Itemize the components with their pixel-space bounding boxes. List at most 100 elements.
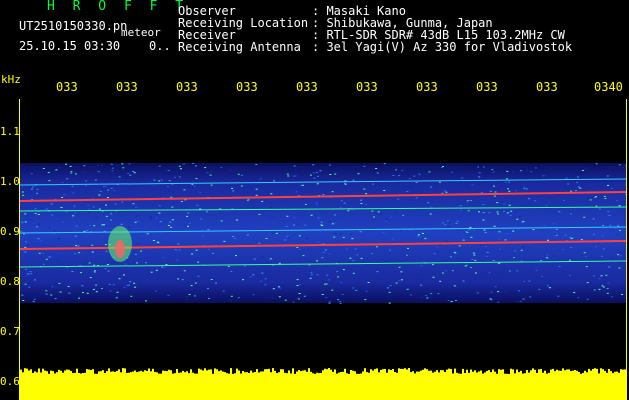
level-spike: [572, 370, 574, 376]
noise-speckle: [235, 255, 237, 257]
noise-speckle: [337, 299, 339, 301]
noise-speckle: [101, 277, 103, 279]
noise-speckle: [24, 213, 27, 215]
noise-speckle: [583, 252, 586, 254]
noise-speckle: [327, 183, 330, 185]
noise-speckle: [569, 236, 572, 238]
level-spike: [544, 370, 546, 376]
level-spike: [530, 370, 532, 376]
noise-speckle: [264, 278, 267, 280]
noise-speckle: [168, 180, 171, 182]
noise-speckle: [611, 296, 614, 298]
spectrogram-canvas: [20, 99, 626, 400]
noise-speckle: [50, 203, 53, 205]
noise-speckle: [327, 279, 330, 281]
noise-speckle: [178, 249, 181, 251]
noise-speckle: [498, 238, 501, 240]
noise-speckle: [204, 167, 207, 169]
noise-speckle: [89, 277, 92, 279]
noise-speckle: [105, 204, 107, 206]
datetime-label: 25.10.15 03:30 0..: [19, 39, 171, 53]
level-spike: [584, 370, 586, 376]
noise-speckle: [388, 302, 391, 304]
noise-speckle: [334, 222, 337, 224]
noise-speckle: [61, 221, 64, 223]
noise-speckle: [339, 302, 342, 304]
level-spike: [508, 374, 510, 376]
meteor-echo: [115, 240, 125, 258]
noise-speckle: [569, 275, 572, 277]
noise-speckle: [302, 255, 305, 257]
noise-speckle: [509, 214, 512, 216]
noise-speckle: [315, 172, 318, 173]
noise-speckle: [312, 164, 315, 166]
noise-speckle: [174, 176, 176, 178]
noise-speckle: [520, 260, 523, 262]
level-spike: [94, 373, 96, 376]
noise-speckle: [127, 172, 130, 174]
noise-speckle: [573, 292, 576, 294]
noise-speckle: [432, 276, 435, 278]
noise-speckle: [23, 233, 25, 235]
noise-speckle: [24, 221, 27, 223]
noise-speckle: [283, 239, 286, 241]
noise-speckle: [258, 242, 261, 244]
noise-speckle: [111, 167, 114, 169]
noise-speckle: [417, 234, 420, 236]
level-spike: [594, 368, 596, 376]
level-spike: [258, 372, 260, 376]
level-spike: [46, 371, 48, 376]
noise-speckle: [552, 255, 555, 257]
level-spike: [140, 370, 142, 376]
noise-speckle: [447, 300, 450, 302]
noise-speckle: [342, 236, 345, 238]
noise-speckle: [287, 175, 290, 177]
noise-speckle: [310, 194, 313, 196]
noise-speckle: [589, 199, 592, 201]
noise-speckle: [473, 254, 476, 256]
noise-speckle: [107, 189, 110, 191]
level-spike: [56, 372, 58, 376]
noise-speckle: [286, 215, 289, 217]
noise-speckle: [286, 173, 289, 175]
level-spike: [576, 370, 578, 376]
noise-speckle: [99, 191, 102, 192]
noise-speckle: [31, 188, 33, 190]
noise-speckle: [133, 172, 136, 174]
noise-speckle: [51, 214, 54, 216]
noise-speckle: [459, 209, 462, 211]
noise-speckle: [178, 176, 181, 178]
noise-speckle: [606, 175, 609, 177]
level-spike: [534, 369, 536, 376]
noise-speckle: [513, 257, 516, 259]
level-spike: [146, 371, 148, 376]
level-spike: [592, 369, 594, 376]
noise-speckle: [27, 244, 29, 246]
level-spike: [316, 372, 318, 376]
level-spike: [266, 369, 268, 376]
noise-speckle: [510, 210, 513, 212]
noise-speckle: [295, 191, 298, 193]
level-spike: [186, 371, 188, 376]
noise-speckle: [442, 272, 444, 274]
noise-speckle: [298, 235, 301, 237]
noise-speckle: [445, 191, 448, 193]
noise-speckle: [169, 221, 172, 223]
level-spike: [108, 368, 110, 376]
level-spike: [60, 370, 62, 376]
noise-speckle: [199, 191, 202, 193]
noise-speckle: [462, 280, 465, 282]
noise-speckle: [471, 258, 474, 260]
noise-speckle: [68, 292, 71, 294]
noise-speckle: [24, 283, 27, 285]
noise-speckle: [45, 258, 48, 260]
noise-speckle: [345, 248, 348, 250]
noise-speckle: [474, 259, 477, 261]
x-tick-label: 033: [116, 80, 138, 94]
noise-speckle: [577, 297, 580, 299]
level-spike: [480, 370, 482, 376]
noise-speckle: [293, 165, 296, 167]
noise-speckle: [165, 264, 168, 266]
noise-speckle: [284, 299, 287, 301]
noise-speckle: [521, 221, 524, 223]
